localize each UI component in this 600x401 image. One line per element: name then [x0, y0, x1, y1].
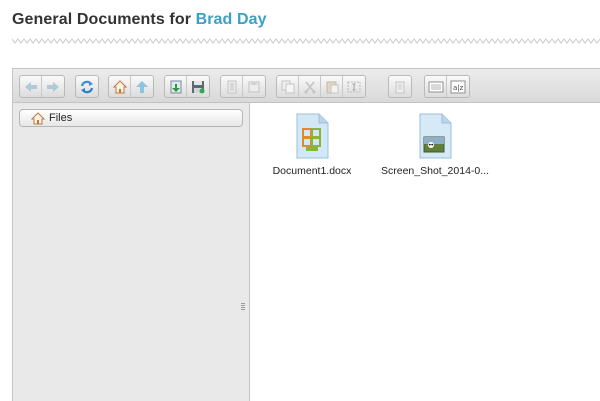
page-title-prefix: General Documents for: [12, 11, 196, 28]
disk-icon: [248, 81, 260, 92]
home-icon: [112, 79, 127, 93]
up-arrow-icon: [136, 80, 148, 93]
file-actions-group: [220, 75, 266, 98]
upload-button[interactable]: [165, 76, 187, 97]
svg-text:a|z: a|z: [453, 84, 464, 92]
file-name: Document1.docx: [272, 165, 352, 177]
back-button[interactable]: [20, 76, 42, 97]
file-item[interactable]: Screen_Shot_2014-0...: [380, 111, 490, 177]
delete-button[interactable]: [389, 76, 411, 97]
home-icon: [31, 111, 45, 124]
toolbar: a|z: [13, 69, 600, 103]
file-area: Document1.docx Screen_Shot_2014-0...: [250, 103, 600, 401]
reload-button[interactable]: [76, 76, 98, 97]
page-title: General Documents for Brad Day: [12, 11, 267, 29]
list-view-icon: a|z: [450, 80, 466, 93]
copy-button[interactable]: [277, 76, 299, 97]
paste-icon: [326, 81, 338, 93]
file-item[interactable]: Document1.docx: [257, 111, 367, 177]
image-file-icon: [419, 113, 452, 159]
page-title-user: Brad Day: [195, 11, 267, 28]
forward-button[interactable]: [42, 76, 64, 97]
open-icon: [227, 80, 236, 93]
up-button[interactable]: [131, 76, 153, 97]
view-group: a|z: [424, 75, 470, 98]
tree-item-files[interactable]: Files: [19, 109, 243, 127]
forward-arrow-icon: [47, 81, 59, 92]
clipboard-group: [276, 75, 366, 98]
nav-group: [19, 75, 65, 98]
resize-handle[interactable]: [241, 303, 245, 312]
delete-icon: [395, 81, 405, 93]
upload-icon: [170, 80, 181, 93]
rename-button[interactable]: [343, 76, 365, 97]
delete-group: [388, 75, 412, 98]
rename-icon: [347, 81, 361, 92]
save-button[interactable]: [187, 76, 209, 97]
paste-button[interactable]: [321, 76, 343, 97]
folder-tree: Files: [13, 103, 250, 401]
list-view-button[interactable]: a|z: [447, 76, 469, 97]
reload-icon: [80, 80, 94, 93]
cut-icon: [303, 81, 316, 94]
copy-icon: [281, 80, 294, 93]
icons-view-icon: [428, 81, 443, 92]
open-button[interactable]: [221, 76, 243, 97]
icons-view-button[interactable]: [425, 76, 447, 97]
home-button[interactable]: [109, 76, 131, 97]
zigzag-divider: [12, 38, 600, 44]
save-disk-icon: [192, 80, 205, 93]
tree-item-label: Files: [49, 112, 73, 124]
transfer-group: [164, 75, 210, 98]
file-manager: a|z Files Document1.docx Screen_Shot_201…: [12, 68, 600, 401]
file-name: Screen_Shot_2014-0...: [381, 165, 489, 177]
cut-button[interactable]: [299, 76, 321, 97]
back-arrow-icon: [24, 81, 37, 92]
location-group: [108, 75, 154, 98]
disk-button[interactable]: [243, 76, 265, 97]
docx-file-icon: [296, 113, 329, 159]
reload-group: [75, 75, 99, 98]
